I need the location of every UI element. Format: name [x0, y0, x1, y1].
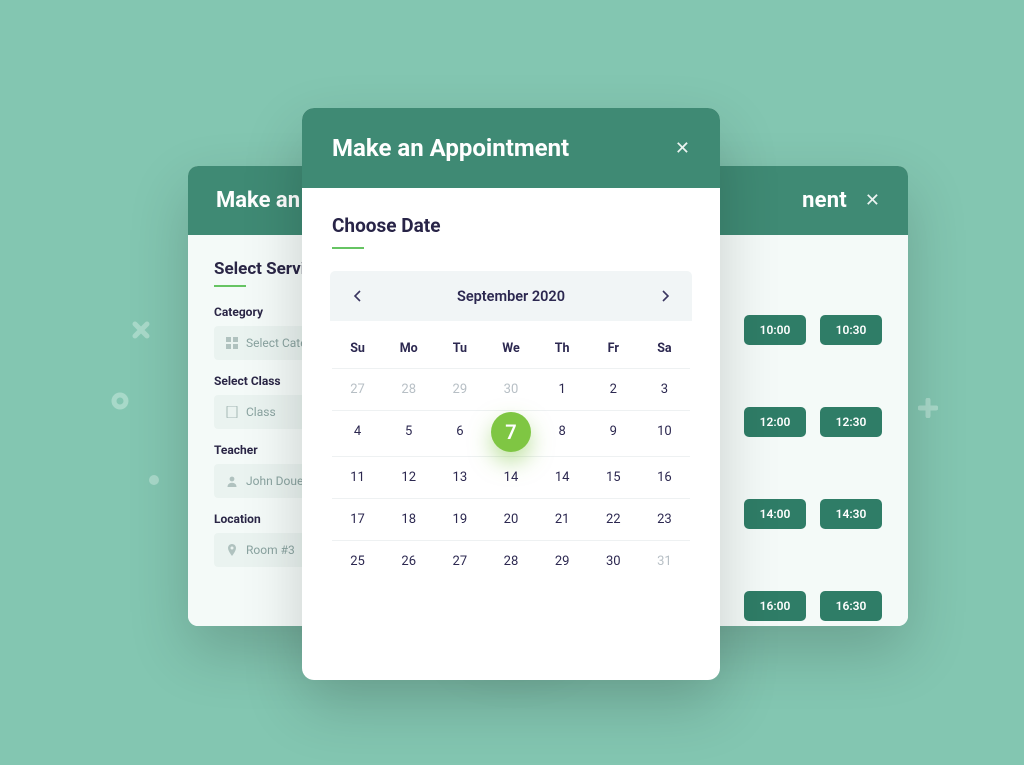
card-header: Make an Appointment ✕	[302, 108, 720, 188]
weekday-label: We	[485, 331, 536, 368]
deco-x-icon	[132, 321, 150, 339]
calendar-day[interactable]: 29	[537, 541, 588, 582]
chevron-right-icon	[661, 290, 670, 302]
underline	[214, 285, 246, 287]
calendar-day[interactable]: 31	[639, 541, 690, 582]
close-icon[interactable]: ✕	[865, 190, 880, 211]
calendar-day[interactable]: 28	[485, 541, 536, 582]
calendar-day[interactable]: 27	[434, 541, 485, 582]
time-slot-chip[interactable]: 16:30	[820, 591, 882, 621]
document-icon	[226, 406, 238, 418]
deco-dot-icon	[149, 475, 159, 485]
time-slot-chip[interactable]: 10:30	[820, 315, 882, 345]
time-slot-chip[interactable]: 14:00	[744, 499, 806, 529]
calendar-day[interactable]: 30	[485, 369, 536, 410]
calendar-day[interactable]: 20	[485, 499, 536, 540]
underline	[332, 247, 364, 249]
calendar-week-row: 17181920212223	[332, 499, 690, 541]
weekday-label: Mo	[383, 331, 434, 368]
calendar-day[interactable]: 22	[588, 499, 639, 540]
calendar-day[interactable]: 11	[332, 457, 383, 498]
calendar-day[interactable]: 9	[588, 411, 639, 456]
calendar-day[interactable]: 1	[537, 369, 588, 410]
calendar-day[interactable]: 19	[434, 499, 485, 540]
weekday-label: Tu	[434, 331, 485, 368]
time-slot-chip[interactable]: 14:30	[820, 499, 882, 529]
prev-month-button[interactable]	[346, 285, 368, 307]
calendar-day[interactable]: 23	[639, 499, 690, 540]
calendar-day[interactable]: 5	[383, 411, 434, 456]
time-slot-chip[interactable]: 16:00	[744, 591, 806, 621]
chevron-left-icon	[353, 290, 362, 302]
calendar-week-row: 27282930123	[332, 369, 690, 411]
location-value: Room #3	[246, 543, 295, 557]
calendar-day[interactable]: 17	[332, 499, 383, 540]
close-icon[interactable]: ✕	[675, 138, 690, 159]
calendar-day[interactable]: 28	[383, 369, 434, 410]
class-value: Class	[246, 405, 276, 419]
calendar-week-row: 11121314141516	[332, 457, 690, 499]
month-label: September 2020	[457, 288, 565, 305]
calendar-day[interactable]: 12	[383, 457, 434, 498]
person-icon	[226, 475, 238, 487]
weekday-label: Sa	[639, 331, 690, 368]
calendar-day[interactable]: 14	[485, 457, 536, 498]
deco-circle-icon	[111, 392, 129, 410]
calendar-day[interactable]: 18	[383, 499, 434, 540]
calendar-day[interactable]: 4	[332, 411, 383, 456]
calendar-day[interactable]: 6	[434, 411, 485, 456]
calendar-day[interactable]: 29	[434, 369, 485, 410]
weekday-label: Th	[537, 331, 588, 368]
calendar-day[interactable]: 26	[383, 541, 434, 582]
card-title-partial: nent	[802, 188, 847, 213]
calendar-day[interactable]: 2	[588, 369, 639, 410]
teacher-value: John Doue	[246, 474, 303, 488]
calendar-grid: SuMoTuWeThFrSa 2728293012345678910111213…	[332, 321, 690, 582]
next-month-button[interactable]	[654, 285, 676, 307]
deco-plus-icon	[918, 398, 938, 418]
calendar-day[interactable]: 27	[332, 369, 383, 410]
calendar-nav-bar: September 2020	[330, 271, 692, 321]
calendar-day[interactable]: 3	[639, 369, 690, 410]
time-slot-chip[interactable]: 12:30	[820, 407, 882, 437]
calendar-day[interactable]: 14	[537, 457, 588, 498]
calendar-week-row: 45678910	[332, 411, 690, 457]
choose-date-card: Make an Appointment ✕ Choose Date Septem…	[302, 108, 720, 680]
calendar: September 2020 SuMoTuWeThFrSa 2728293012…	[332, 271, 690, 582]
time-slot-chip[interactable]: 12:00	[744, 407, 806, 437]
grid-icon	[226, 337, 238, 349]
weekday-label: Fr	[588, 331, 639, 368]
calendar-day[interactable]: 8	[537, 411, 588, 456]
time-slot-chip[interactable]: 10:00	[744, 315, 806, 345]
time-slot-grid: 10:00 10:30 12:00 12:30 14:00 14:30 16:00 16:30	[744, 315, 882, 626]
card-title: Make an Appointment	[332, 134, 569, 162]
calendar-day[interactable]: 25	[332, 541, 383, 582]
calendar-day[interactable]: 16	[639, 457, 690, 498]
calendar-day[interactable]: 10	[639, 411, 690, 456]
calendar-day[interactable]: 15	[588, 457, 639, 498]
pin-icon	[226, 544, 238, 556]
weekday-label: Su	[332, 331, 383, 368]
calendar-day[interactable]: 13	[434, 457, 485, 498]
calendar-day[interactable]: 7	[485, 411, 536, 456]
calendar-week-row: 25262728293031	[332, 541, 690, 582]
section-title: Choose Date	[332, 214, 690, 237]
calendar-day[interactable]: 30	[588, 541, 639, 582]
weekday-row: SuMoTuWeThFrSa	[332, 331, 690, 369]
calendar-day[interactable]: 21	[537, 499, 588, 540]
